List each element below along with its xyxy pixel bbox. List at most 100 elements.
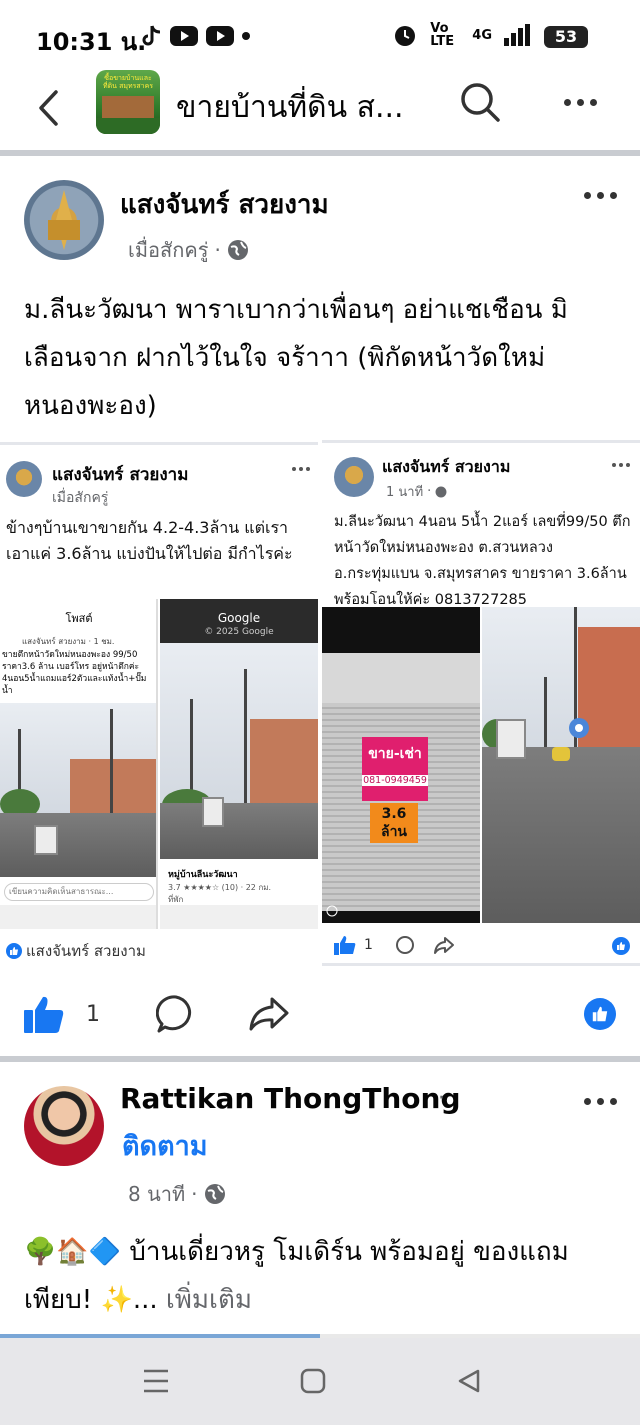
right-card-meta: 1 นาที ·: [386, 481, 447, 502]
streetview-copyright: © 2025 Google: [204, 627, 274, 637]
post2-time[interactable]: 8 นาที: [128, 1178, 185, 1210]
golden-figure-icon: [48, 190, 80, 250]
post2-text-block: 🌳🏠🔷 บ้านเดี่ยวหรู โมเดิร์น พร้อมอยู่ ของ…: [24, 1228, 604, 1324]
back-nav-button[interactable]: [456, 1368, 482, 1394]
more-dot-icon: [590, 98, 597, 106]
right-card-more-icon: [612, 463, 630, 467]
more-dot-icon: [610, 192, 617, 199]
right-card-author: แสงจันทร์ สวยงาม: [382, 457, 511, 476]
share-button[interactable]: [248, 996, 290, 1032]
system-nav-bar: [0, 1338, 640, 1425]
like-button[interactable]: [24, 995, 64, 1033]
status-system-icons: Vo LTE 4G: [392, 22, 530, 48]
post2-author-name[interactable]: Rattikan ThongThong: [120, 1082, 461, 1115]
group-thumbnail-text: ซื้อขายบ้านและที่ดิน สมุทรสาคร: [102, 74, 154, 90]
youtube-icon-2: [206, 26, 234, 46]
post2-author-separator: ·: [438, 1086, 445, 1111]
battery-indicator: 53: [544, 26, 588, 48]
post2-more-button[interactable]: [584, 1098, 617, 1105]
group-title[interactable]: ขายบ้านที่ดิน ส...: [176, 84, 404, 131]
comment-button[interactable]: [156, 994, 196, 1034]
post1-image-left[interactable]: แสงจันทร์ สวยงาม เมื่อสักครู่ ข้างๆบ้านเ…: [0, 442, 318, 966]
search-icon: [461, 83, 500, 122]
left-card-footer: แสงจันทร์ สวยงาม: [6, 939, 146, 963]
chevron-left-icon: [39, 90, 58, 126]
more-dot-icon: [584, 1098, 591, 1105]
status-notification-icons: [140, 24, 250, 48]
right-card-text: ม.ลีนะวัฒนา 4นอน 5น้ำ 2แอร์ เลขที่99/50 …: [334, 514, 631, 608]
post1-meta: เมื่อสักครู่ ·: [128, 234, 249, 266]
volte-label: Vo LTE: [430, 21, 455, 49]
alarm-icon: [395, 26, 416, 46]
post1-time[interactable]: เมื่อสักครู่: [128, 234, 208, 266]
home-button[interactable]: [300, 1368, 326, 1394]
back-button[interactable]: [28, 80, 68, 136]
info-icon: [326, 905, 338, 917]
globe-icon: [227, 240, 248, 260]
more-dot-icon: [610, 1098, 617, 1105]
status-time: 10:31 น.: [36, 28, 147, 56]
post1-text: ม.ลีนะวัฒนา พาราเบากว่าเพื่อนๆ อย่าแชเชื…: [24, 295, 568, 421]
post1-author-name[interactable]: แสงจันทร์ สวยงาม: [120, 184, 329, 225]
share-icon: [433, 937, 454, 954]
network-type-label: 4G: [472, 27, 492, 43]
more-dot-icon: [564, 98, 571, 106]
left-card-footer-name: แสงจันทร์ สวยงาม: [26, 942, 146, 960]
map-pin-icon: [569, 718, 589, 738]
right-card-time: 1 นาที: [386, 485, 424, 500]
streetview-rating: 3.7 ★★★★☆ (10) · 22 กม.: [168, 883, 272, 892]
post-divider: [0, 1056, 640, 1062]
left-card-author: แสงจันทร์ สวยงาม: [52, 465, 189, 485]
post1-image-right[interactable]: แสงจันทร์ สวยงาม 1 นาที · ม.ลีนะวัฒนา 4น…: [322, 440, 640, 966]
post1-actions: 1: [24, 994, 290, 1034]
right-card-avatar: [334, 457, 374, 497]
left-card-time: เมื่อสักครู่: [52, 490, 109, 506]
inner-post-comment-box: เขียนความคิดเห็นสาธารณะ...: [4, 883, 154, 901]
search-button[interactable]: [458, 80, 502, 124]
globe-icon: [204, 1184, 225, 1204]
left-card-text: ข้างๆบ้านเขาขายกัน 4.2-4.3ล้าน แต่เราเอา…: [6, 518, 293, 563]
inner-post-name: แสงจันทร์ สวยงาม · 1 ชม.: [22, 637, 115, 646]
left-card-avatar: [6, 461, 42, 497]
meta-separator: ·: [191, 1182, 198, 1206]
group-thumbnail[interactable]: ซื้อขายบ้านและที่ดิน สมุทรสาคร: [96, 70, 160, 134]
post2-author-avatar[interactable]: [24, 1086, 104, 1166]
header-more-button[interactable]: [564, 90, 608, 114]
streetview-google-label: Google: [217, 611, 261, 625]
right-card-street-photo: [482, 607, 640, 923]
right-card-reactions: 1: [334, 935, 455, 955]
like-icon: [334, 936, 356, 955]
post1-author-avatar[interactable]: [24, 180, 104, 260]
post2-meta: 8 นาที ·: [128, 1178, 226, 1210]
post2-follow-button[interactable]: ติดตาม: [122, 1124, 208, 1167]
group-header: ซื้อขายบ้านและที่ดิน สมุทรสาคร ขายบ้านที…: [0, 70, 640, 146]
post2-see-more-link[interactable]: เพิ่มเติม: [166, 1285, 252, 1315]
recent-apps-button[interactable]: [142, 1368, 170, 1394]
more-dot-icon: [597, 1098, 604, 1105]
globe-icon: [435, 486, 447, 497]
inner-post-header: โพสต์: [65, 612, 93, 625]
youtube-icon: [170, 26, 198, 46]
more-dot-icon: [577, 98, 584, 106]
left-card-more-icon: [292, 467, 310, 471]
comment-icon: [395, 936, 414, 954]
right-card-like-badge-icon: [612, 937, 630, 955]
header-divider: [0, 150, 640, 156]
more-dot-icon: [597, 192, 604, 199]
left-card-inner-post-screenshot: โพสต์ แสงจันทร์ สวยงาม · 1 ชม. ขายตึกหน้…: [0, 599, 158, 929]
sale-sign-phone: 081-0949459: [362, 775, 428, 786]
post1-more-button[interactable]: [584, 192, 617, 199]
meta-separator: ·: [214, 238, 221, 262]
more-dot-icon: [584, 192, 591, 199]
post1-like-count: 1: [86, 1001, 100, 1027]
like-badge-icon: [6, 943, 22, 959]
status-bar: 10:31 น. Vo LTE 4G 53: [0, 0, 640, 70]
post1-reaction-badge-icon[interactable]: [584, 998, 616, 1030]
right-card-like-count: 1: [364, 937, 373, 953]
tiktok-icon: [142, 25, 161, 46]
sale-sign: ขาย-เช่า 081-0949459: [362, 737, 428, 801]
price-sign: 3.6 ล้าน: [370, 803, 418, 843]
post2-text: 🌳🏠🔷 บ้านเดี่ยวหรู โมเดิร์น พร้อมอยู่ ของ…: [24, 1237, 569, 1315]
streetview-place-name: หมู่บ้านลีนะวัฒนา: [168, 870, 238, 880]
sale-sign-title: ขาย-เช่า: [368, 746, 422, 762]
